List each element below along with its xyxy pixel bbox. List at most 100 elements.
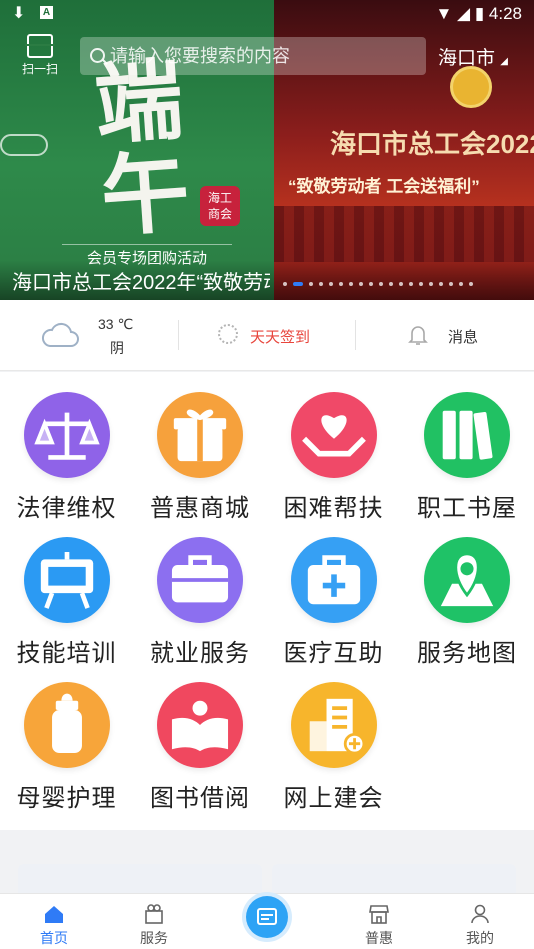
tab-services[interactable]: 服务 [114,894,194,948]
service-label: 服务地图 [417,640,517,667]
books-icon [424,392,510,478]
carousel-dot[interactable] [369,281,373,286]
info-bar: 33 ℃ 阴 天天签到 消息 [0,300,534,371]
service-item-scales[interactable]: 法律维权 [0,392,133,532]
signal-icon: ◢ [457,4,471,23]
banner-right-subtitle: “致敬劳动者 工会送福利” [288,177,480,196]
service-label: 医疗互助 [283,640,384,667]
battery-icon: ▮ [474,4,485,23]
banner-badge-top: 海工 [207,191,232,205]
carousel-dot[interactable] [409,281,413,286]
city-selector[interactable]: 海口市 ◢ [438,43,508,70]
map-pin-icon [424,537,510,623]
banner-left-title: 端午 [91,47,193,249]
service-label: 图书借阅 [150,785,250,812]
carousel-dot[interactable] [283,281,287,286]
banner-carousel[interactable]: 端午 海工 商会 会员专场团购活动 海口市总工会2022 “致敬劳动者 工会送福… [0,0,534,300]
service-label: 技能培训 [16,640,117,667]
service-item-baby-bottle[interactable]: 母婴护理 [0,682,133,822]
tab-discounts-label: 普惠 [365,930,393,946]
banner-caption[interactable]: 海口市总工会2022年“致敬劳动者 工会送福利” [12,266,270,295]
carousel-dot[interactable] [359,281,363,286]
tab-discounts[interactable]: 普惠 [339,894,419,948]
service-item-briefcase[interactable]: 就业服务 [134,537,267,677]
carousel-dot[interactable] [449,281,453,286]
notification-a-icon: A [40,6,53,19]
service-label: 困难帮扶 [283,495,384,522]
download-icon: ⬇ [12,5,26,22]
wifi-icon: ▼ [435,4,453,23]
scan-label: 扫一扫 [21,62,58,76]
service-label: 母婴护理 [16,785,117,812]
carousel-dot[interactable] [469,281,473,286]
search-icon [90,48,105,63]
carousel-dot[interactable] [379,281,383,286]
carousel-dot[interactable] [459,281,463,286]
cloud-decoration-icon [0,134,48,156]
card-icon [257,908,277,925]
search-input[interactable]: 请输入您要搜索的内容 [80,37,426,75]
heart-hands-icon [290,392,377,478]
scan-button[interactable]: 扫一扫 [20,34,60,77]
chevron-down-icon: ◢ [500,56,508,67]
service-item-easel[interactable]: 技能培训 [0,537,133,677]
weather-widget[interactable]: 33 ℃ 阴 [40,316,170,356]
service-label: 网上建会 [283,785,384,812]
service-item-book[interactable]: 图书借阅 [134,682,267,822]
service-item-gift[interactable]: 普惠商城 [134,392,267,532]
carousel-dot[interactable] [399,281,403,286]
divider [355,320,356,350]
banner-badge: 海工 商会 [200,186,240,226]
weather-condition: 阴 [110,340,124,356]
carousel-dot[interactable] [429,281,433,286]
checkin-label: 天天签到 [250,329,311,346]
service-label: 就业服务 [150,640,250,667]
services-icon [145,904,163,924]
home-icon [45,906,63,923]
messages-button[interactable]: 消息 [408,324,498,348]
carousel-dot[interactable] [349,281,353,286]
service-item-building[interactable]: 网上建会 [267,682,400,822]
user-icon [471,904,489,924]
scales-icon [23,392,110,478]
carousel-dot[interactable] [309,281,313,286]
center-action-button[interactable] [246,896,288,938]
carousel-dot[interactable] [339,281,343,286]
city-label: 海口市 [438,48,496,69]
carousel-indicator[interactable] [283,275,479,286]
service-item-medical-kit[interactable]: 医疗互助 [267,537,400,677]
service-item-books[interactable]: 职工书屋 [401,392,534,532]
baby-bottle-icon [23,682,110,768]
status-right: ▼ ◢ ▮ 4:28 [435,4,522,24]
bell-icon [408,326,428,345]
cloud-icon [41,322,79,347]
tab-profile[interactable]: 我的 [440,894,520,948]
bottom-tab-bar: 首页 服务 普惠 我的 [0,893,534,949]
service-grid: 法律维权 普惠商城 困难帮扶 职工书屋技能培训 就业服务 医疗互助 服务地图母婴护理 图书借阅… [0,372,534,830]
book-icon [157,682,243,768]
briefcase-icon [157,537,243,623]
tab-profile-label: 我的 [466,930,494,946]
medical-kit-icon [290,537,377,623]
divider [178,320,179,350]
service-label: 法律维权 [16,495,117,522]
service-item-map-pin[interactable]: 服务地图 [401,537,534,677]
service-label: 职工书屋 [417,495,517,522]
store-icon [369,905,389,924]
feature-card-left[interactable] [18,864,262,894]
carousel-dot[interactable] [389,281,393,286]
carousel-dot-active[interactable] [293,281,303,286]
service-item-heart-hands[interactable]: 困难帮扶 [267,392,400,532]
carousel-dot[interactable] [329,281,333,286]
tab-home-label: 首页 [40,930,68,946]
carousel-dot[interactable] [439,281,443,286]
feature-card-right[interactable] [272,864,516,894]
carousel-dot[interactable] [319,281,323,286]
union-logo-icon [450,66,492,108]
service-label: 普惠商城 [150,495,250,522]
carousel-dot[interactable] [419,281,423,286]
tab-home[interactable]: 首页 [14,894,94,948]
banner-right-stage [274,206,534,262]
checkin-button[interactable]: 天天签到 [218,324,338,348]
gift-icon [157,392,243,478]
